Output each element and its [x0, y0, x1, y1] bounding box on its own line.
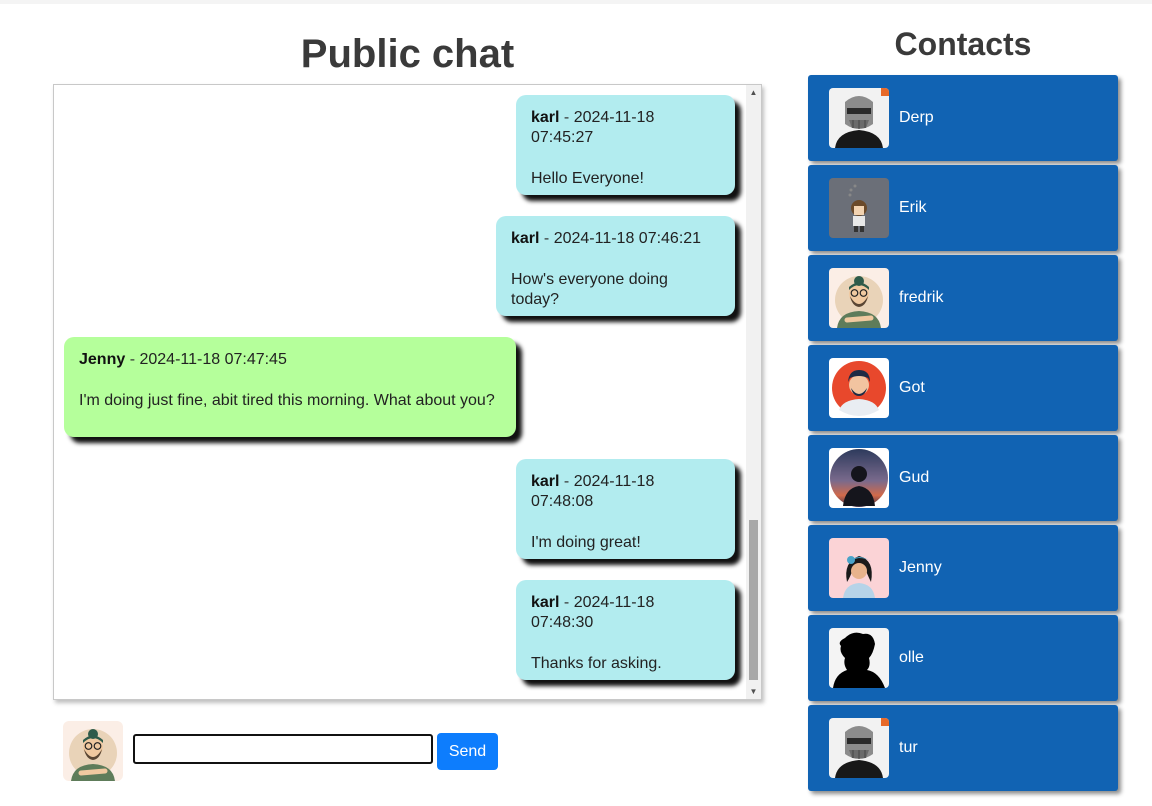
man-red-background-avatar-icon: [829, 358, 889, 418]
contact-item-jenny[interactable]: Jenny: [808, 525, 1118, 611]
contact-item-fredrik[interactable]: fredrik: [808, 255, 1118, 341]
contact-name: Derp: [899, 109, 934, 126]
message-author: karl: [531, 109, 560, 126]
message-separator: -: [125, 351, 140, 368]
black-silhouette-avatar-icon: [829, 628, 889, 688]
contact-name: fredrik: [899, 289, 944, 306]
pixel-character-avatar-icon: [829, 178, 889, 238]
message-author: Jenny: [79, 351, 126, 368]
message-bubble: karl - 2024-11-18 07:48:08 I'm doing gre…: [516, 459, 735, 559]
message-timestamp: 2024-11-18 07:47:45: [139, 351, 287, 368]
message-bubble: karl - 2024-11-18 07:48:30 Thanks for as…: [516, 580, 735, 680]
message-text: How's everyone doing today?: [511, 271, 668, 308]
contact-item-gud[interactable]: Gud: [808, 435, 1118, 521]
message-text: Hello Everyone!: [531, 170, 644, 187]
contact-item-tur[interactable]: tur: [808, 705, 1118, 791]
contact-name: Got: [899, 379, 925, 396]
masked-villain-avatar-icon: [829, 88, 889, 148]
message-author: karl: [531, 594, 560, 611]
scroll-down-arrow-icon[interactable]: ▼: [746, 684, 761, 699]
top-border: [0, 0, 1152, 4]
message-header: Jenny - 2024-11-18 07:47:45: [79, 350, 501, 370]
contact-name: Jenny: [899, 559, 942, 576]
message-separator: -: [559, 594, 574, 611]
message-separator: -: [559, 473, 574, 490]
message-text: I'm doing just fine, abit tired this mor…: [79, 392, 495, 409]
chat-scrollbar[interactable]: ▲ ▼: [746, 85, 761, 699]
message-separator: -: [539, 230, 554, 247]
chat-title: Public chat: [300, 32, 515, 76]
bearded-man-avatar-icon: [829, 268, 889, 328]
message-text: Thanks for asking.: [531, 655, 662, 672]
contact-name: olle: [899, 649, 924, 666]
woman-blue-hair-avatar-icon: [829, 538, 889, 598]
message-bubble: karl - 2024-11-18 07:45:27 Hello Everyon…: [516, 95, 735, 195]
contact-item-derp[interactable]: Derp: [808, 75, 1118, 161]
contact-item-erik[interactable]: Erik: [808, 165, 1118, 251]
message-bubble: Jenny - 2024-11-18 07:47:45 I'm doing ju…: [64, 337, 516, 437]
message-bubble: karl - 2024-11-18 07:46:21 How's everyon…: [496, 216, 735, 316]
bearded-man-avatar-icon: [63, 721, 123, 781]
silhouette-sunset-avatar-icon: [829, 448, 889, 508]
masked-villain-avatar-icon: [829, 718, 889, 778]
chat-message-area[interactable]: karl - 2024-11-18 07:45:27 Hello Everyon…: [53, 84, 762, 700]
contact-item-olle[interactable]: olle: [808, 615, 1118, 701]
message-author: karl: [531, 473, 560, 490]
message-timestamp: 2024-11-18 07:46:21: [553, 230, 702, 247]
scroll-thumb[interactable]: [749, 520, 758, 680]
message-text: I'm doing great!: [531, 534, 641, 551]
message-header: karl - 2024-11-18 07:45:27: [531, 108, 720, 148]
contact-name: Gud: [899, 469, 930, 486]
message-input[interactable]: [133, 734, 433, 764]
message-separator: -: [559, 109, 574, 126]
message-author: karl: [511, 230, 540, 247]
scroll-up-arrow-icon[interactable]: ▲: [746, 85, 761, 100]
message-header: karl - 2024-11-18 07:48:30: [531, 593, 720, 633]
contact-name: tur: [899, 739, 918, 756]
contact-name: Erik: [899, 199, 927, 216]
send-button[interactable]: Send: [437, 733, 498, 770]
contacts-title: Contacts: [894, 26, 1032, 62]
message-header: karl - 2024-11-18 07:46:21: [511, 229, 720, 249]
contact-item-got[interactable]: Got: [808, 345, 1118, 431]
message-header: karl - 2024-11-18 07:48:08: [531, 472, 720, 512]
